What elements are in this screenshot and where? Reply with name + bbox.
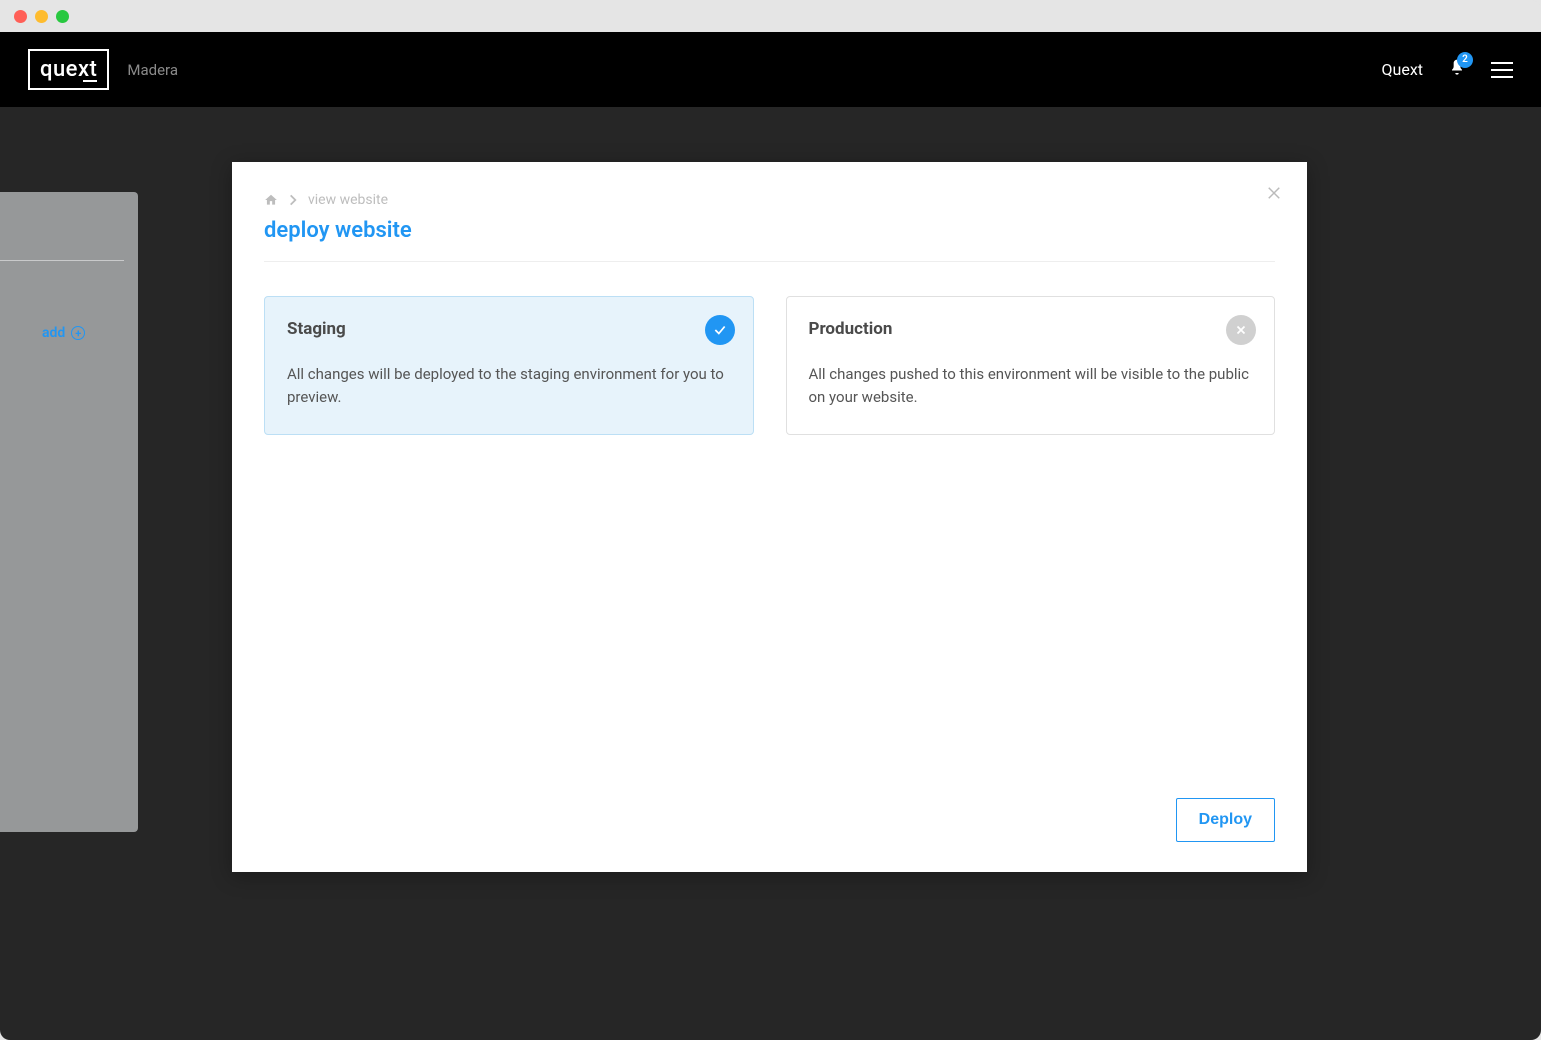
notification-badge: 2: [1457, 52, 1473, 68]
add-button[interactable]: add +: [42, 325, 85, 341]
header-right: Quext 2: [1382, 58, 1513, 82]
logo[interactable]: quext: [28, 49, 109, 90]
menu-button[interactable]: [1491, 62, 1513, 78]
x-icon: [1234, 323, 1248, 337]
modal-footer: Deploy: [264, 798, 1275, 842]
check-icon: [713, 323, 727, 337]
home-icon[interactable]: [264, 193, 278, 207]
environment-cards: Staging All changes will be deployed to …: [264, 296, 1275, 435]
project-name: Madera: [127, 61, 178, 79]
modal-title: deploy website: [264, 218, 1275, 243]
close-modal-button[interactable]: [1265, 184, 1283, 202]
app-header: quext Madera Quext 2: [0, 32, 1541, 107]
production-card[interactable]: Production All changes pushed to this en…: [786, 296, 1276, 435]
close-window-button[interactable]: [14, 10, 27, 23]
card-description: All changes pushed to this environment w…: [809, 363, 1253, 408]
unselected-indicator: [1226, 315, 1256, 345]
staging-card[interactable]: Staging All changes will be deployed to …: [264, 296, 754, 435]
divider: [264, 261, 1275, 262]
maximize-window-button[interactable]: [56, 10, 69, 23]
header-left: quext Madera: [28, 49, 178, 90]
card-title: Staging: [287, 319, 731, 339]
card-description: All changes will be deployed to the stag…: [287, 363, 731, 408]
background-sidebar: add +: [0, 192, 138, 832]
close-icon: [1265, 184, 1283, 202]
user-label[interactable]: Quext: [1382, 60, 1423, 79]
app-window: quext Madera Quext 2 add +: [0, 0, 1541, 1040]
add-label: add: [42, 325, 65, 341]
deploy-button[interactable]: Deploy: [1176, 798, 1275, 842]
selected-indicator: [705, 315, 735, 345]
card-title: Production: [809, 319, 1253, 339]
app-frame: quext Madera Quext 2 add +: [0, 32, 1541, 1040]
deploy-modal: view website deploy website Staging All …: [232, 162, 1307, 872]
minimize-window-button[interactable]: [35, 10, 48, 23]
breadcrumb-item[interactable]: view website: [308, 192, 388, 208]
chevron-right-icon: [286, 193, 300, 207]
breadcrumb: view website: [264, 192, 1275, 208]
window-titlebar: [0, 0, 1541, 32]
notifications-button[interactable]: 2: [1447, 58, 1467, 82]
plus-icon: +: [71, 326, 85, 340]
